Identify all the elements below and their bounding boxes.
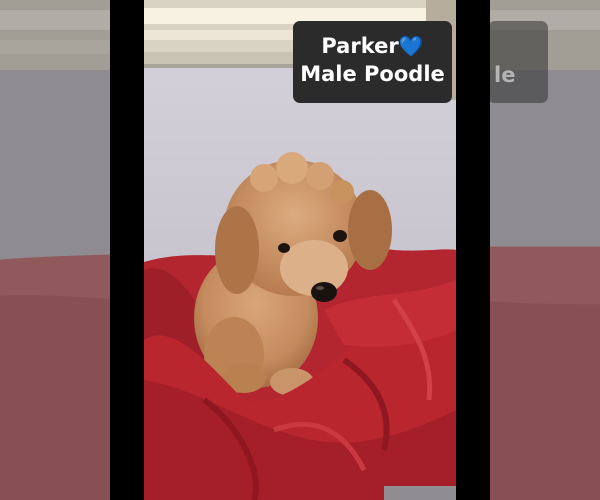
ghost-caption-text: le — [494, 63, 516, 87]
caption-badge: Parker💙 Male Poodle — [293, 21, 452, 103]
left-blurred-backdrop — [0, 0, 110, 500]
left-black-bar — [110, 0, 144, 500]
blue-heart-icon: 💙 — [398, 34, 424, 58]
puppy-description: Male Poodle — [300, 62, 445, 86]
puppy-name: Parker — [321, 34, 399, 58]
right-black-bar — [456, 0, 490, 500]
puppy-name-line: Parker💙 — [293, 33, 452, 60]
ghost-caption-badge — [488, 21, 548, 103]
photo-stage: le Parker💙 Male Poodle — [0, 0, 600, 500]
